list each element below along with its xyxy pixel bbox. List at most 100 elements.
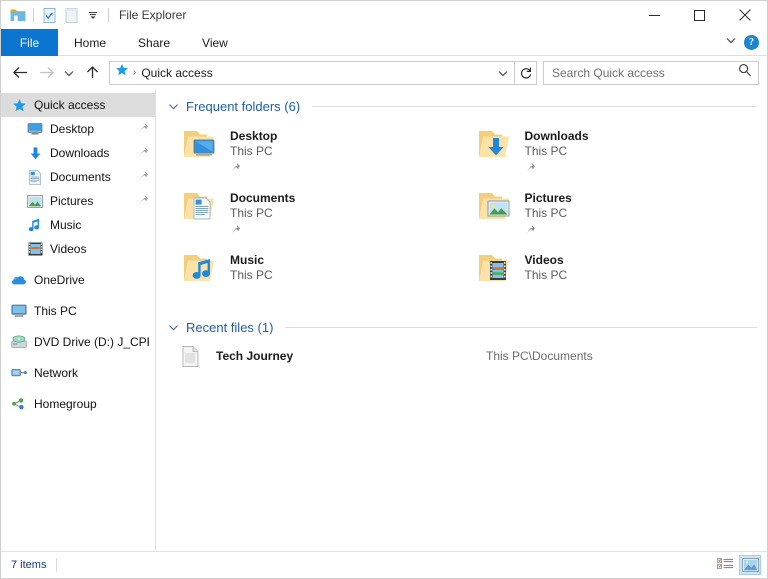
sidebar-item-music[interactable]: Music	[1, 213, 155, 237]
section-title: Recent files (1)	[186, 320, 274, 335]
folder-tile-info: Desktop This PC	[230, 126, 277, 178]
explorer-folder-icon[interactable]	[7, 4, 29, 26]
quick-access-toolbar	[7, 4, 113, 26]
folder-tile-downloads[interactable]: Downloads This PC	[463, 120, 758, 182]
breadcrumb-separator: ›	[133, 67, 137, 78]
folder-tile-desktop[interactable]: Desktop This PC	[168, 120, 463, 182]
content-pane: Frequent folders (6) Desktop This PC Dow…	[156, 89, 767, 551]
folder-tile-pictures[interactable]: Pictures This PC	[463, 182, 758, 244]
recent-files-header[interactable]: Recent files (1)	[168, 320, 757, 335]
navigation-pane: Quick access Desktop Downloads Documents…	[1, 89, 156, 551]
sidebar-item-label: Desktop	[50, 122, 95, 136]
folder-tile-info: Videos This PC	[525, 250, 568, 283]
item-count-label: 7 items	[11, 559, 47, 571]
search-icon	[738, 63, 752, 82]
minimize-button[interactable]	[632, 1, 677, 29]
sidebar-item-this-pc[interactable]: This PC	[1, 299, 155, 323]
search-input[interactable]: Search Quick access	[543, 60, 759, 85]
pin-icon[interactable]	[138, 146, 149, 160]
close-button[interactable]	[722, 1, 767, 29]
pin-icon[interactable]	[230, 160, 277, 178]
chevron-down-icon[interactable]	[168, 101, 180, 112]
folder-tile-videos[interactable]: Videos This PC	[463, 244, 758, 306]
folder-tile-subtitle: This PC	[230, 268, 273, 282]
pin-icon[interactable]	[230, 222, 295, 240]
help-icon[interactable]: ?	[744, 34, 759, 50]
sidebar-item-label: Downloads	[50, 146, 110, 160]
recent-locations-button[interactable]	[59, 60, 79, 86]
properties-icon[interactable]	[38, 4, 60, 26]
chevron-down-icon[interactable]	[168, 322, 180, 333]
sidebar-item-label: Homegroup	[34, 397, 97, 411]
address-dropdown-icon[interactable]	[494, 62, 512, 84]
folder-tile-subtitle: This PC	[524, 268, 568, 282]
refresh-button[interactable]	[515, 60, 537, 85]
folder-tile-subtitle: This PC	[230, 206, 273, 220]
back-button[interactable]	[7, 60, 33, 86]
folder-tile-name: Documents	[230, 191, 296, 205]
sidebar-item-quick-access[interactable]: Quick access	[1, 93, 155, 117]
tab-home[interactable]: Home	[58, 29, 122, 56]
text-document-icon	[180, 345, 200, 367]
pin-icon[interactable]	[525, 222, 572, 240]
sidebar-item-videos[interactable]: Videos	[1, 237, 155, 261]
sidebar-item-onedrive[interactable]: OneDrive	[1, 268, 155, 292]
breadcrumb-quick-access[interactable]: Quick access	[141, 66, 212, 80]
sidebar-item-homegroup[interactable]: Homegroup	[1, 392, 155, 416]
address-bar[interactable]: › Quick access	[109, 60, 515, 85]
folder-tile-name: Videos	[524, 253, 564, 267]
homegroup-icon	[11, 396, 27, 412]
folder-tile-music[interactable]: Music This PC	[168, 244, 463, 306]
forward-button[interactable]	[33, 60, 59, 86]
sidebar-item-downloads[interactable]: Downloads	[1, 141, 155, 165]
maximize-button[interactable]	[677, 1, 722, 29]
sidebar-item-documents[interactable]: Documents	[1, 165, 155, 189]
tab-view[interactable]: View	[186, 29, 244, 56]
folder-tile-name: Downloads	[524, 129, 589, 143]
sidebar-item-label: Network	[34, 366, 79, 380]
qat-divider-1	[33, 8, 34, 22]
expand-ribbon-chevron-icon[interactable]	[724, 33, 738, 52]
frequent-folders-header[interactable]: Frequent folders (6)	[168, 99, 757, 114]
sidebar-item-dvd-drive[interactable]: DVD Drive (D:) J_CPR,	[1, 330, 155, 354]
film-strip-icon	[27, 241, 43, 257]
recent-file-row[interactable]: Tech Journey This PC\Documents	[168, 341, 757, 371]
tab-file[interactable]: File	[1, 29, 58, 56]
up-button[interactable]	[79, 60, 105, 86]
sidebar-item-label: This PC	[34, 304, 77, 318]
details-view-button[interactable]	[714, 555, 736, 575]
pin-icon[interactable]	[138, 122, 149, 136]
star-icon	[11, 97, 27, 113]
onedrive-cloud-icon	[11, 272, 27, 288]
window-controls	[632, 1, 767, 29]
status-bar: 7 items	[1, 551, 767, 578]
qat-divider-2	[108, 8, 109, 22]
pin-icon[interactable]	[525, 160, 589, 178]
download-arrow-icon	[27, 145, 43, 161]
sidebar-item-label: DVD Drive (D:) J_CPR,	[34, 335, 149, 349]
window-title: File Explorer	[119, 8, 187, 22]
folder-tile-info: Music This PC	[230, 250, 273, 283]
tab-share[interactable]: Share	[122, 29, 186, 56]
recent-file-name: Tech Journey	[216, 349, 294, 363]
network-icon	[11, 365, 27, 381]
section-divider	[312, 106, 757, 107]
large-icons-view-button[interactable]	[739, 555, 761, 575]
quick-access-star-icon	[115, 63, 129, 82]
sidebar-item-pictures[interactable]: Pictures	[1, 189, 155, 213]
sidebar-item-desktop[interactable]: Desktop	[1, 117, 155, 141]
pin-icon[interactable]	[138, 170, 149, 184]
new-folder-icon[interactable]	[60, 4, 82, 26]
folder-tile-subtitle: This PC	[524, 144, 568, 158]
folder-tile-documents[interactable]: Documents This PC	[168, 182, 463, 244]
music-note-icon	[27, 217, 43, 233]
sidebar-item-network[interactable]: Network	[1, 361, 155, 385]
pin-icon[interactable]	[138, 194, 149, 208]
folder-documents-icon	[180, 188, 224, 230]
folder-desktop-icon	[180, 126, 224, 168]
customize-qat-chevron-icon[interactable]	[82, 4, 104, 26]
file-explorer-window: File Explorer File Home Share View ? › Q…	[0, 0, 768, 579]
folder-tile-info: Documents This PC	[230, 188, 295, 240]
